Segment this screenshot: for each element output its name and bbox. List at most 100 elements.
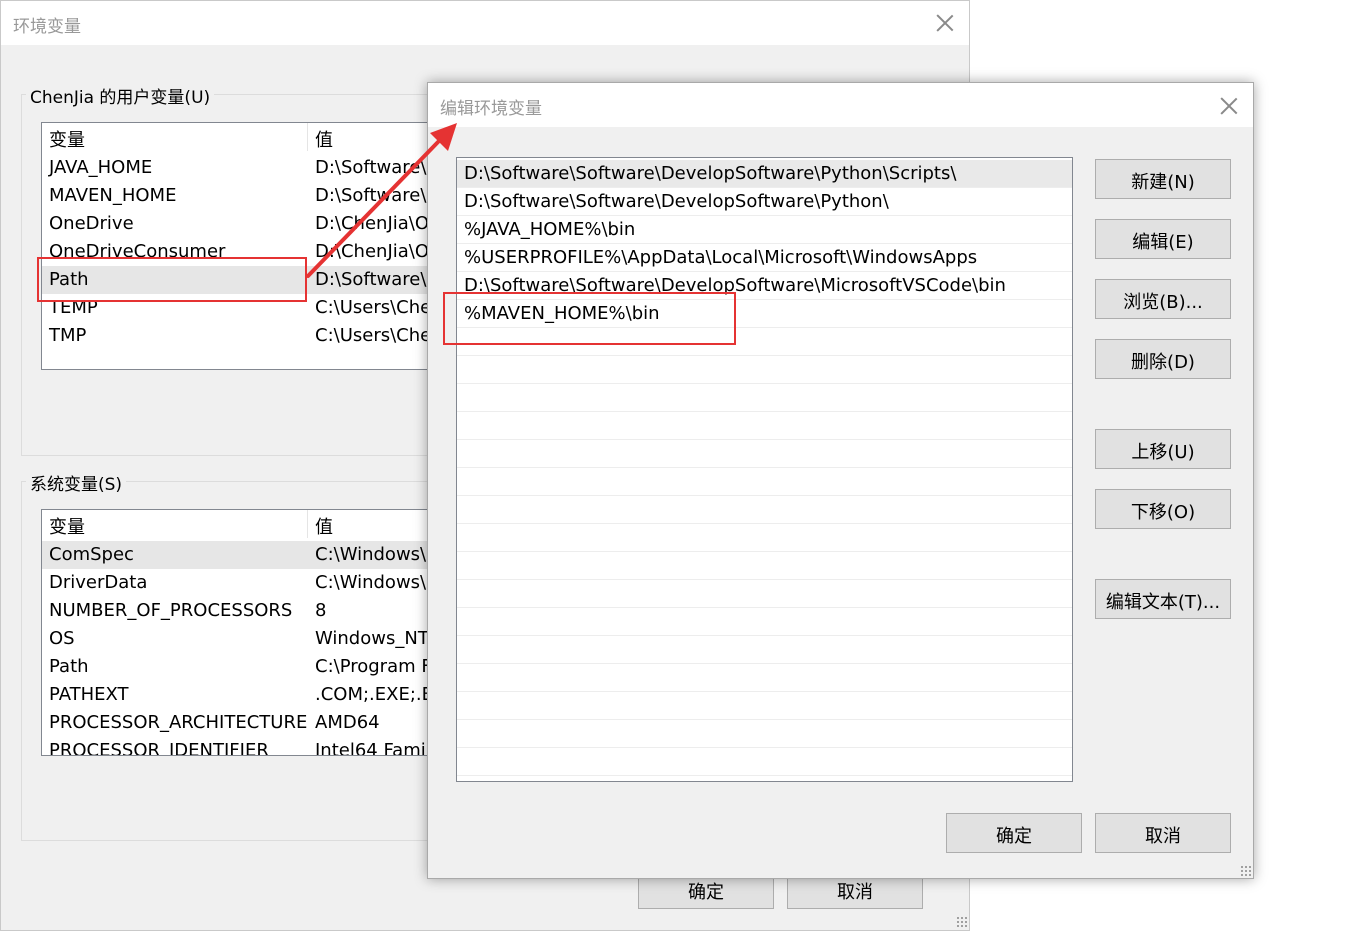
list-item[interactable]: Path C:\Program F	[42, 653, 440, 681]
path-entry-selected[interactable]: D:\Software\Software\DevelopSoftware\Pyt…	[457, 160, 1072, 188]
resize-grip-icon[interactable]	[956, 916, 968, 928]
empty-row[interactable]	[457, 636, 1072, 664]
list-item[interactable]: TEMP C:\Users\Chen	[42, 294, 440, 322]
variable-name: OneDriveConsumer	[49, 241, 226, 262]
variable-name: ComSpec	[49, 544, 134, 565]
user-variables-label: ChenJia 的用户变量(U)	[26, 83, 215, 108]
variable-value: C:\Windows\S	[315, 572, 438, 593]
list-item[interactable]: JAVA_HOME D:\Software\S	[42, 154, 440, 182]
path-entry-text: %MAVEN_HOME%\bin	[464, 303, 660, 324]
list-header: 变量 值	[42, 510, 440, 538]
column-divider[interactable]	[307, 510, 308, 538]
list-item[interactable]: PATHEXT .COM;.EXE;.BA	[42, 681, 440, 709]
variable-value: .COM;.EXE;.BA	[315, 684, 441, 705]
list-item[interactable]: OS Windows_NT	[42, 625, 440, 653]
column-header-variable[interactable]: 变量	[49, 126, 85, 152]
variable-value: C:\Users\Chen	[315, 325, 441, 346]
empty-row[interactable]	[457, 580, 1072, 608]
empty-row[interactable]	[457, 328, 1072, 356]
variable-name: TEMP	[49, 297, 98, 318]
system-variables-label: 系统变量(S)	[26, 470, 127, 495]
column-header-variable[interactable]: 变量	[49, 513, 85, 539]
cancel-button-label: 取消	[1145, 826, 1181, 847]
list-item[interactable]: NUMBER_OF_PROCESSORS 8	[42, 597, 440, 625]
variable-value: AMD64	[315, 712, 380, 733]
column-header-value[interactable]: 值	[315, 513, 333, 539]
close-icon[interactable]	[933, 11, 957, 35]
variable-name: DriverData	[49, 572, 148, 593]
empty-row[interactable]	[457, 552, 1072, 580]
close-icon[interactable]	[1217, 94, 1241, 118]
dialog-title: 编辑环境变量	[440, 99, 542, 119]
empty-row[interactable]	[457, 468, 1072, 496]
variable-name: PROCESSOR_IDENTIFIER	[49, 740, 269, 756]
system-variables-list[interactable]: 变量 值 ComSpec C:\Windows\s DriverData C:\…	[41, 509, 441, 756]
move-up-button-label: 上移(U)	[1131, 442, 1195, 463]
user-variables-list[interactable]: 变量 值 JAVA_HOME D:\Software\S MAVEN_HOME …	[41, 122, 441, 370]
new-button-label: 新建(N)	[1131, 172, 1195, 193]
list-item-selected[interactable]: ComSpec C:\Windows\s	[42, 541, 440, 569]
empty-row[interactable]	[457, 692, 1072, 720]
list-item[interactable]: PROCESSOR_IDENTIFIER Intel64 Family	[42, 737, 440, 756]
window-title: 环境变量	[13, 17, 81, 37]
move-down-button[interactable]: 下移(O)	[1095, 489, 1231, 529]
empty-row[interactable]	[457, 608, 1072, 636]
empty-row[interactable]	[457, 748, 1072, 776]
variable-value: D:\Software\S	[315, 185, 438, 206]
path-entry[interactable]: %JAVA_HOME%\bin	[457, 216, 1072, 244]
empty-row[interactable]	[457, 496, 1072, 524]
empty-row[interactable]	[457, 412, 1072, 440]
variable-value: 8	[315, 600, 327, 621]
empty-row[interactable]	[457, 720, 1072, 748]
path-entries-list[interactable]: D:\Software\Software\DevelopSoftware\Pyt…	[456, 157, 1073, 782]
variable-value: D:\Software\S	[315, 269, 438, 290]
variable-name: OS	[49, 628, 75, 649]
variable-name: TMP	[49, 325, 87, 346]
browse-button-label: 浏览(B)...	[1123, 292, 1203, 313]
list-item[interactable]: OneDrive D:\ChenJia\O	[42, 210, 440, 238]
path-entry[interactable]: D:\Software\Software\DevelopSoftware\Pyt…	[457, 188, 1072, 216]
variable-value: Windows_NT	[315, 628, 429, 649]
move-down-button-label: 下移(O)	[1130, 502, 1196, 523]
empty-row[interactable]	[457, 356, 1072, 384]
edit-button[interactable]: 编辑(E)	[1095, 219, 1231, 259]
column-divider[interactable]	[307, 123, 308, 151]
path-entry[interactable]: %USERPROFILE%\AppData\Local\Microsoft\Wi…	[457, 244, 1072, 272]
list-item[interactable]: DriverData C:\Windows\S	[42, 569, 440, 597]
delete-button[interactable]: 删除(D)	[1095, 339, 1231, 379]
empty-row[interactable]	[457, 524, 1072, 552]
empty-row[interactable]	[457, 440, 1072, 468]
list-item[interactable]: TMP C:\Users\Chen	[42, 322, 440, 350]
list-item[interactable]: OneDriveConsumer D:\ChenJia\O	[42, 238, 440, 266]
empty-row[interactable]	[457, 664, 1072, 692]
column-header-value[interactable]: 值	[315, 126, 333, 152]
new-button[interactable]: 新建(N)	[1095, 159, 1231, 199]
empty-row[interactable]	[457, 384, 1072, 412]
variable-value: D:\ChenJia\O	[315, 213, 430, 234]
variable-value: D:\ChenJia\O	[315, 241, 430, 262]
variable-name: Path	[49, 656, 89, 677]
ok-button[interactable]: 确定	[946, 813, 1082, 853]
resize-grip-icon[interactable]	[1240, 865, 1252, 877]
cancel-button[interactable]: 取消	[1095, 813, 1231, 853]
edit-text-button[interactable]: 编辑文本(T)...	[1095, 579, 1231, 619]
ok-button-label: 确定	[996, 826, 1032, 847]
variable-name: MAVEN_HOME	[49, 185, 177, 206]
list-item[interactable]: PROCESSOR_ARCHITECTURE AMD64	[42, 709, 440, 737]
path-entry-text: D:\Software\Software\DevelopSoftware\Pyt…	[464, 163, 957, 184]
move-up-button[interactable]: 上移(U)	[1095, 429, 1231, 469]
variable-name: OneDrive	[49, 213, 134, 234]
list-header: 变量 值	[42, 123, 440, 151]
list-item-selected[interactable]: Path D:\Software\S	[42, 266, 440, 294]
path-entry[interactable]: %MAVEN_HOME%\bin	[457, 300, 1072, 328]
list-item[interactable]: MAVEN_HOME D:\Software\S	[42, 182, 440, 210]
edit-button-label: 编辑(E)	[1132, 232, 1194, 253]
path-entry[interactable]: D:\Software\Software\DevelopSoftware\Mic…	[457, 272, 1072, 300]
variable-value: D:\Software\S	[315, 157, 438, 178]
path-entry-text: %USERPROFILE%\AppData\Local\Microsoft\Wi…	[464, 247, 978, 268]
path-entry-text: %JAVA_HOME%\bin	[464, 219, 636, 240]
browse-button[interactable]: 浏览(B)...	[1095, 279, 1231, 319]
variable-name: PROCESSOR_ARCHITECTURE	[49, 712, 308, 733]
ok-button-label: 确定	[688, 882, 724, 903]
title-bar: 编辑环境变量	[428, 83, 1253, 127]
